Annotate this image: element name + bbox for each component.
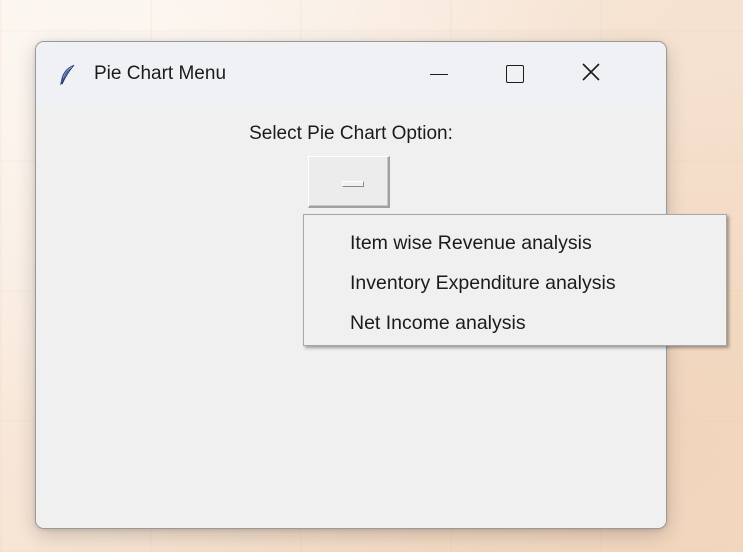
maximize-icon	[506, 65, 524, 83]
minimize-button[interactable]	[401, 42, 477, 106]
title-bar[interactable]: Pie Chart Menu	[36, 42, 666, 106]
menu-item-item-wise-revenue[interactable]: Item wise Revenue analysis	[350, 231, 592, 255]
pie-chart-option-menu[interactable]	[308, 156, 390, 208]
option-dropdown-menu: Item wise Revenue analysis Inventory Exp…	[303, 214, 727, 346]
close-button[interactable]	[553, 42, 629, 106]
select-option-label: Select Pie Chart Option:	[249, 123, 453, 144]
maximize-button[interactable]	[477, 42, 553, 106]
minimize-icon	[430, 73, 448, 75]
window-title: Pie Chart Menu	[94, 63, 227, 84]
menu-item-net-income[interactable]: Net Income analysis	[350, 311, 526, 335]
feather-icon	[58, 64, 76, 86]
menu-item-inventory-expenditure[interactable]: Inventory Expenditure analysis	[350, 271, 616, 295]
option-menu-indicator-icon	[342, 181, 364, 187]
close-icon	[581, 62, 601, 87]
